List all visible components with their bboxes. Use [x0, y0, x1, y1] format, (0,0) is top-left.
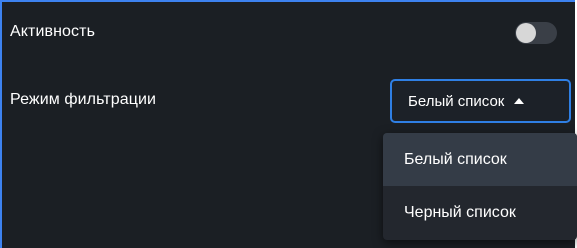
filter-mode-select[interactable]: Белый список — [390, 79, 571, 123]
toggle-knob — [516, 23, 536, 43]
activity-label: Активность — [10, 23, 96, 40]
activity-toggle[interactable] — [515, 22, 557, 44]
caret-up-icon — [514, 98, 525, 104]
filter-mode-selected-value: Белый список — [408, 92, 505, 110]
option-whitelist[interactable]: Белый список — [383, 133, 577, 186]
filter-mode-label: Режим фильтрации — [10, 91, 157, 108]
settings-panel: Активность Режим фильтрации Белый список… — [0, 0, 577, 248]
filter-mode-dropdown: Белый список Черный список — [383, 133, 577, 240]
option-blacklist[interactable]: Черный список — [383, 186, 577, 239]
